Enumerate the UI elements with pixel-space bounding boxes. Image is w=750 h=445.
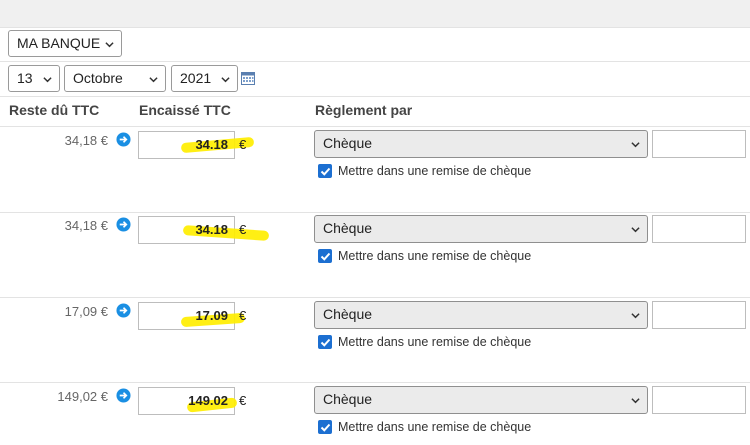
- currency-symbol: €: [239, 222, 247, 237]
- bank-select-value: MA BANQUE: [17, 35, 101, 51]
- payment-row: 17,09 € 17.09 € Chèque Mettre dans une r…: [0, 298, 750, 384]
- day-select-value: 13: [17, 70, 33, 86]
- due-amount: 34,18 €: [64, 218, 108, 233]
- payment-method-value: Chèque: [323, 306, 373, 322]
- payment-row: 34,18 € 34.18 € Chèque Mettre dans une r…: [0, 127, 750, 213]
- payment-reference-input[interactable]: [652, 130, 746, 158]
- bank-select[interactable]: MA BANQUE: [8, 30, 122, 57]
- collected-amount-input[interactable]: 34.18: [138, 131, 255, 159]
- remise-checkbox[interactable]: [318, 335, 332, 349]
- day-select[interactable]: 13: [8, 65, 60, 92]
- chevron-down-icon: [43, 77, 52, 83]
- month-select[interactable]: Octobre: [64, 65, 166, 92]
- divider: [0, 96, 750, 97]
- payment-method-value: Chèque: [323, 391, 373, 407]
- due-amount: 149,02 €: [57, 389, 108, 404]
- remise-label: Mettre dans une remise de chèque: [338, 164, 532, 178]
- arrow-right-circle-icon[interactable]: [116, 303, 131, 318]
- checkmark-icon: [320, 252, 331, 261]
- payment-row: 149,02 € 149.02 € Chèque Mettre dans une…: [0, 383, 750, 445]
- checkmark-icon: [320, 423, 331, 432]
- remise-checkbox[interactable]: [318, 420, 332, 434]
- checkmark-icon: [320, 167, 331, 176]
- chevron-down-icon: [105, 42, 114, 48]
- checkmark-icon: [320, 338, 331, 347]
- arrow-right-circle-icon[interactable]: [116, 132, 131, 147]
- chevron-down-icon: [149, 77, 158, 83]
- header-collected: Encaissé TTC: [139, 102, 231, 118]
- collected-amount-value: 34.18: [195, 222, 228, 237]
- collected-amount-input[interactable]: 34.18: [138, 216, 270, 244]
- collected-amount-value: 34.18: [195, 137, 228, 152]
- currency-symbol: €: [239, 393, 247, 408]
- payment-method-select[interactable]: Chèque: [314, 386, 648, 414]
- payment-row: 34,18 € 34.18 € Chèque Mettre dans une r…: [0, 212, 750, 298]
- top-bar: [0, 0, 750, 27]
- currency-symbol: €: [239, 308, 247, 323]
- payment-reference-input[interactable]: [652, 386, 746, 414]
- chevron-down-icon: [631, 142, 640, 148]
- payment-reference-input[interactable]: [652, 301, 746, 329]
- collected-amount-input[interactable]: 149.02: [138, 387, 238, 415]
- remise-checkbox[interactable]: [318, 164, 332, 178]
- chevron-down-icon: [631, 398, 640, 404]
- payment-method-select[interactable]: Chèque: [314, 130, 648, 158]
- remise-label: Mettre dans une remise de chèque: [338, 335, 532, 349]
- collected-amount-value: 17.09: [195, 308, 228, 323]
- collected-amount-input[interactable]: 17.09: [138, 302, 246, 330]
- divider: [0, 27, 750, 28]
- divider: [0, 61, 750, 62]
- remise-label: Mettre dans une remise de chèque: [338, 249, 532, 263]
- remise-label: Mettre dans une remise de chèque: [338, 420, 532, 434]
- remise-checkbox[interactable]: [318, 249, 332, 263]
- header-payment: Règlement par: [315, 102, 413, 118]
- payment-method-value: Chèque: [323, 220, 373, 236]
- month-select-value: Octobre: [73, 70, 123, 86]
- calendar-icon[interactable]: [241, 71, 255, 85]
- payment-method-select[interactable]: Chèque: [314, 301, 648, 329]
- chevron-down-icon: [631, 313, 640, 319]
- currency-symbol: €: [239, 137, 247, 152]
- header-due: Reste dû TTC: [9, 102, 100, 118]
- chevron-down-icon: [221, 77, 230, 83]
- year-select[interactable]: 2021: [171, 65, 238, 92]
- arrow-right-circle-icon[interactable]: [116, 388, 131, 403]
- due-amount: 34,18 €: [64, 133, 108, 148]
- arrow-right-circle-icon[interactable]: [116, 217, 131, 232]
- year-select-value: 2021: [180, 70, 212, 86]
- collected-amount-value: 149.02: [188, 393, 228, 408]
- due-amount: 17,09 €: [64, 304, 108, 319]
- payment-method-select[interactable]: Chèque: [314, 215, 648, 243]
- payment-method-value: Chèque: [323, 135, 373, 151]
- payment-reference-input[interactable]: [652, 215, 746, 243]
- chevron-down-icon: [631, 227, 640, 233]
